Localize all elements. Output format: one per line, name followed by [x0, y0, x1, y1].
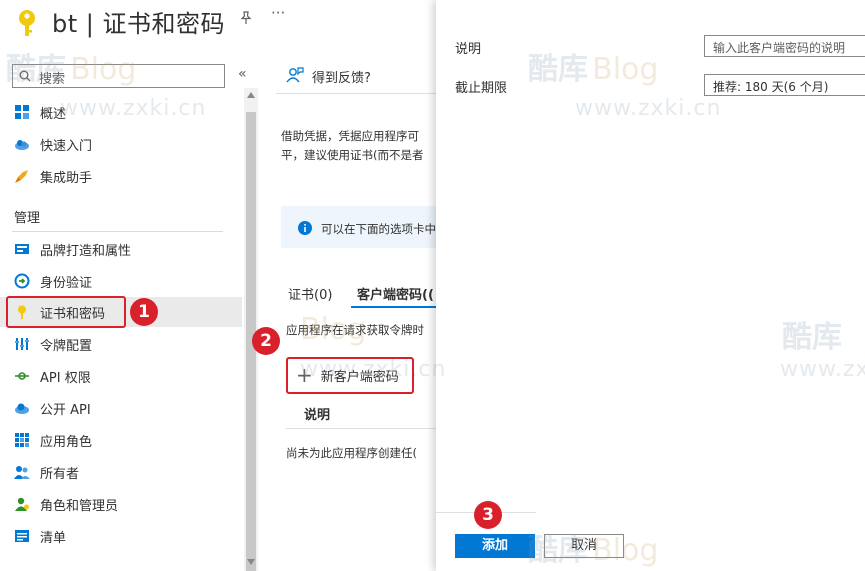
cloud-api-icon	[15, 403, 29, 414]
empty-state-text: 尚未为此应用程序创建任(	[286, 446, 417, 460]
description-line-2: 平，建议使用证书(而不是者	[281, 148, 424, 162]
token-icon	[15, 338, 29, 350]
info-banner: 可以在下面的选项卡中	[281, 206, 436, 248]
request-description: 应用程序在请求获取令牌时	[286, 323, 424, 337]
sidebar-item-overview[interactable]: 概述	[0, 97, 242, 127]
cloud-icon	[15, 140, 29, 150]
sidebar-item-quickstart[interactable]: 快速入门	[0, 129, 242, 159]
tab-certificates[interactable]: 证书(0)	[288, 284, 332, 303]
sidebar-item-token-configuration[interactable]: 令牌配置	[0, 329, 242, 359]
branding-icon	[15, 244, 29, 254]
page-header: bt | 证书和密码 ···	[0, 0, 435, 44]
description-input[interactable]: 输入此客户端密码的说明	[704, 35, 865, 57]
search-icon	[19, 70, 31, 82]
sidebar-item-authentication[interactable]: 身份验证	[0, 266, 242, 296]
description-line-1: 借助凭据，凭据应用程序可	[281, 129, 419, 143]
key-icon	[19, 10, 35, 36]
owners-icon	[14, 466, 30, 479]
add-button[interactable]: 添加	[455, 534, 535, 558]
api-permission-icon	[15, 372, 29, 380]
sidebar-item-expose-api[interactable]: 公开 API	[0, 393, 242, 423]
active-tab-indicator	[351, 306, 436, 308]
search-placeholder: 搜索	[39, 72, 66, 87]
step-badge-3: 3	[474, 501, 502, 529]
auth-icon	[14, 273, 30, 289]
add-client-secret-panel: 说明 输入此客户端密码的说明 截止期限 推荐: 180 天(6 个月) 添加 取…	[436, 0, 865, 571]
sidebar-search-input[interactable]: 搜索	[12, 64, 225, 88]
highlight-certificates-secrets	[6, 296, 126, 328]
sidebar-item-roles-administrators[interactable]: 角色和管理员	[0, 489, 242, 519]
grid-icon	[15, 105, 29, 119]
tab-client-secrets[interactable]: 客户端密码((	[357, 284, 434, 303]
expiry-label: 截止期限	[455, 81, 508, 96]
info-icon	[298, 221, 312, 235]
manifest-icon	[15, 530, 29, 542]
sidebar-item-owners[interactable]: 所有者	[0, 457, 242, 487]
pin-icon[interactable]	[238, 10, 254, 26]
step-badge-2: 2	[252, 327, 280, 355]
collapse-sidebar-icon[interactable]: «	[238, 66, 247, 82]
app-roles-icon	[15, 433, 29, 447]
rocket-icon	[15, 170, 28, 183]
cancel-button[interactable]: 取消	[544, 534, 624, 558]
column-header-description: 说明	[304, 408, 331, 423]
sidebar-item-integration-assistant[interactable]: 集成助手	[0, 161, 242, 191]
admin-icon	[15, 497, 29, 511]
description-label: 说明	[455, 42, 482, 57]
sidebar-item-api-permissions[interactable]: API 权限	[0, 361, 242, 391]
highlight-new-secret	[286, 357, 414, 394]
section-divider	[12, 231, 223, 232]
sidebar-item-app-roles[interactable]: 应用角色	[0, 425, 242, 455]
scroll-down-icon[interactable]	[247, 559, 255, 565]
info-text: 可以在下面的选项卡中	[321, 222, 436, 236]
scroll-up-icon[interactable]	[247, 92, 255, 98]
section-title-manage: 管理	[14, 211, 41, 226]
more-options-icon[interactable]: ···	[271, 4, 285, 22]
sidebar-item-branding[interactable]: 品牌打造和属性	[0, 234, 242, 264]
table-divider	[286, 428, 436, 429]
sidebar-item-manifest[interactable]: 清单	[0, 521, 242, 551]
step-badge-1: 1	[130, 298, 158, 326]
expiry-select[interactable]: 推荐: 180 天(6 个月)	[704, 74, 865, 96]
page-title: bt | 证书和密码	[52, 10, 225, 38]
